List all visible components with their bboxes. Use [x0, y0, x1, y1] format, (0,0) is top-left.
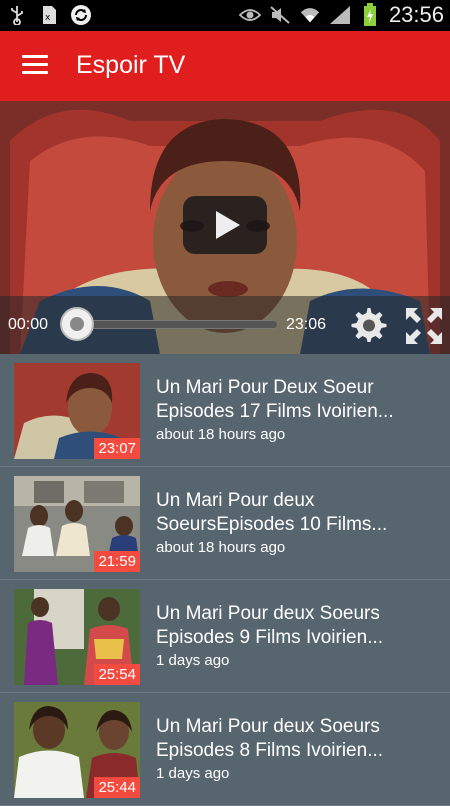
seek-handle[interactable] [60, 307, 94, 341]
eye-icon [238, 4, 261, 26]
video-player[interactable]: 00:00 23:06 [0, 101, 450, 354]
video-thumbnail[interactable]: 21:59 [14, 476, 140, 572]
video-title[interactable]: Un Mari Pour Deux Soeur Episodes 17 Film… [156, 376, 438, 424]
sim-card-icon: x [38, 4, 60, 26]
video-title[interactable]: Un Mari Pour deux Soeurs Episodes 9 Film… [156, 602, 438, 650]
duration-badge: 25:44 [94, 777, 140, 798]
video-age: 1 days ago [156, 765, 230, 782]
play-icon [216, 211, 240, 239]
video-list: 23:07 Un Mari Pour Deux Soeur Episodes 1… [0, 354, 450, 806]
status-bar: x 23:56 [0, 0, 450, 31]
app-title: Espoir TV [76, 51, 186, 79]
video-title-line2: Episodes 9 Films Ivoirien... [156, 627, 384, 648]
usb-icon [6, 4, 28, 26]
duration-time: 23:06 [286, 316, 327, 333]
app-bar: Espoir TV [0, 31, 450, 101]
video-age: 1 days ago [156, 652, 230, 669]
video-title-line2: Episodes 8 Films Ivoirien... [156, 740, 384, 761]
status-clock: 23:56 [388, 2, 444, 27]
signal-icon [329, 4, 351, 26]
video-title-line1: Un Mari Pour deux Soeurs [156, 716, 380, 737]
video-thumbnail[interactable]: 25:54 [14, 589, 140, 685]
list-item[interactable]: 25:54 Un Mari Pour deux Soeurs Episodes … [0, 580, 450, 693]
video-age: about 18 hours ago [156, 426, 286, 443]
list-item[interactable]: 23:07 Un Mari Pour Deux Soeur Episodes 1… [0, 354, 450, 467]
video-title-line2: SoeursEpisodes 10 Films... [156, 514, 388, 535]
settings-icon[interactable] [350, 306, 388, 344]
duration-badge: 23:07 [94, 438, 140, 459]
duration-badge: 25:54 [94, 664, 140, 685]
video-age: about 18 hours ago [156, 539, 286, 556]
play-button[interactable] [183, 196, 267, 254]
video-title-line1: Un Mari Pour deux [156, 490, 315, 511]
duration-badge: 21:59 [94, 551, 140, 572]
video-title[interactable]: Un Mari Pour deux Soeurs Episodes 8 Film… [156, 715, 438, 763]
svg-text:x: x [45, 13, 51, 23]
mute-icon [269, 4, 291, 26]
battery-icon [359, 3, 381, 26]
fullscreen-icon[interactable] [404, 306, 444, 346]
sync-icon [70, 4, 92, 26]
current-time: 00:00 [8, 316, 49, 333]
player-controls: 00:00 23:06 [0, 296, 450, 354]
video-thumbnail[interactable]: 23:07 [14, 363, 140, 459]
hamburger-icon[interactable] [22, 55, 48, 77]
video-thumbnail[interactable]: 25:44 [14, 702, 140, 798]
list-item[interactable]: 21:59 Un Mari Pour deux SoeursEpisodes 1… [0, 467, 450, 580]
list-item[interactable]: 25:44 Un Mari Pour deux Soeurs Episodes … [0, 693, 450, 806]
video-title-line1: Un Mari Pour deux Soeurs [156, 603, 380, 624]
seek-bar[interactable] [78, 320, 278, 329]
video-title-line1: Un Mari Pour Deux Soeur [156, 377, 374, 398]
video-title-line2: Episodes 17 Films Ivoirien... [156, 401, 394, 422]
wifi-icon [299, 4, 321, 26]
video-title[interactable]: Un Mari Pour deux SoeursEpisodes 10 Film… [156, 489, 438, 537]
